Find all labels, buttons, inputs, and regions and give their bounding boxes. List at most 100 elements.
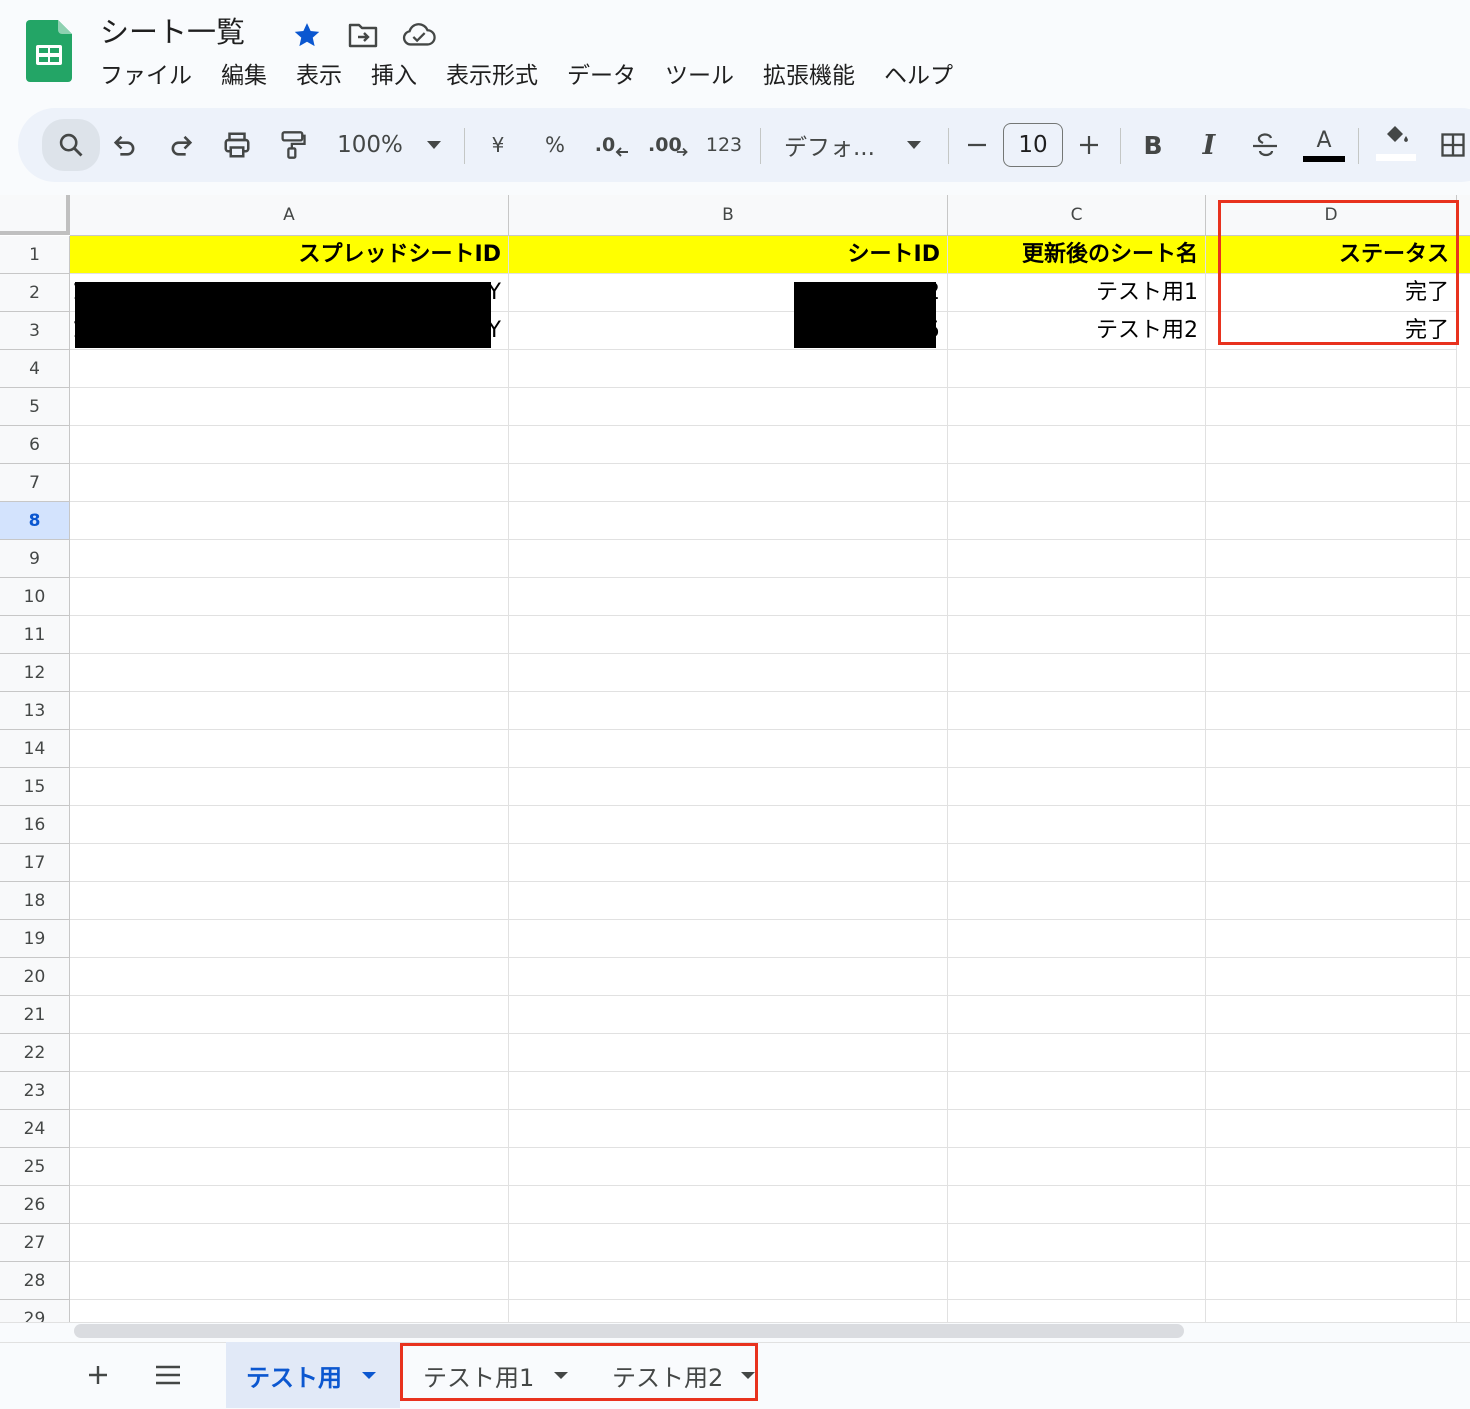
cell-b1[interactable]: シートID xyxy=(509,236,948,274)
empty-cell[interactable] xyxy=(1206,654,1457,692)
empty-cell[interactable] xyxy=(70,730,509,768)
row-header[interactable]: 17 xyxy=(0,844,70,882)
empty-cell[interactable] xyxy=(1457,1110,1470,1148)
italic-icon[interactable]: I xyxy=(1194,108,1224,182)
row-header[interactable]: 4 xyxy=(0,350,70,388)
star-icon[interactable] xyxy=(290,20,324,50)
row-header[interactable]: 10 xyxy=(0,578,70,616)
row-header[interactable]: 3 xyxy=(0,312,70,350)
empty-cell[interactable] xyxy=(948,1110,1206,1148)
empty-cell[interactable] xyxy=(1206,996,1457,1034)
empty-cell[interactable] xyxy=(1457,1072,1470,1110)
menu-format[interactable]: 表示形式 xyxy=(446,58,538,94)
empty-cell[interactable] xyxy=(1206,806,1457,844)
empty-cell[interactable] xyxy=(509,768,948,806)
row-header[interactable]: 14 xyxy=(0,730,70,768)
empty-cell[interactable] xyxy=(509,1300,948,1322)
decrease-decimal-button[interactable]: .0 xyxy=(592,108,632,182)
empty-cell[interactable] xyxy=(1206,1300,1457,1322)
empty-cell[interactable] xyxy=(948,388,1206,426)
empty-cell[interactable] xyxy=(1457,578,1470,616)
empty-cell[interactable] xyxy=(70,844,509,882)
row-header[interactable]: 26 xyxy=(0,1186,70,1224)
row-header[interactable]: 25 xyxy=(0,1148,70,1186)
row-header[interactable]: 21 xyxy=(0,996,70,1034)
empty-cell[interactable] xyxy=(948,882,1206,920)
empty-cell[interactable] xyxy=(509,958,948,996)
empty-cell[interactable] xyxy=(509,1224,948,1262)
empty-cell[interactable] xyxy=(70,578,509,616)
empty-cell[interactable] xyxy=(70,1224,509,1262)
empty-cell[interactable] xyxy=(1206,882,1457,920)
empty-cell[interactable] xyxy=(509,730,948,768)
empty-cell[interactable] xyxy=(948,350,1206,388)
chevron-down-icon[interactable] xyxy=(741,1371,756,1379)
empty-cell[interactable] xyxy=(948,1034,1206,1072)
row-header[interactable]: 28 xyxy=(0,1262,70,1300)
empty-cell[interactable] xyxy=(948,1148,1206,1186)
increase-decimal-button[interactable]: .00 xyxy=(648,108,688,182)
empty-cell[interactable] xyxy=(948,996,1206,1034)
empty-cell[interactable] xyxy=(509,540,948,578)
empty-cell[interactable] xyxy=(1206,1262,1457,1300)
document-title[interactable]: シート一覧 xyxy=(100,12,245,52)
empty-cell[interactable] xyxy=(70,502,509,540)
empty-cell[interactable] xyxy=(1457,1224,1470,1262)
empty-cell[interactable] xyxy=(948,426,1206,464)
sheet-tab-2[interactable]: テスト用2 xyxy=(612,1342,762,1408)
font-family-select[interactable]: デフォ... xyxy=(784,108,884,182)
empty-cell[interactable] xyxy=(1457,1034,1470,1072)
redo-icon[interactable] xyxy=(164,108,198,182)
paint-format-icon[interactable] xyxy=(276,108,310,182)
empty-cell[interactable] xyxy=(1457,1300,1470,1322)
empty-cell[interactable] xyxy=(1457,996,1470,1034)
empty-cell[interactable] xyxy=(509,1110,948,1148)
empty-cell[interactable] xyxy=(1206,350,1457,388)
row-header[interactable]: 12 xyxy=(0,654,70,692)
row-header[interactable]: 15 xyxy=(0,768,70,806)
row-header[interactable]: 18 xyxy=(0,882,70,920)
empty-cell[interactable] xyxy=(948,540,1206,578)
borders-icon[interactable] xyxy=(1436,108,1470,182)
empty-cell[interactable] xyxy=(1457,616,1470,654)
menu-extensions[interactable]: 拡張機能 xyxy=(763,58,855,94)
empty-cell[interactable] xyxy=(948,768,1206,806)
cell-d3[interactable]: 完了 xyxy=(1206,312,1457,350)
empty-cell[interactable] xyxy=(1457,1186,1470,1224)
empty-cell[interactable] xyxy=(1457,806,1470,844)
empty-cell[interactable] xyxy=(1206,426,1457,464)
menu-data[interactable]: データ xyxy=(567,58,636,94)
empty-cell[interactable] xyxy=(509,1148,948,1186)
empty-cell[interactable] xyxy=(948,844,1206,882)
empty-cell[interactable] xyxy=(948,1224,1206,1262)
column-header-b[interactable]: B xyxy=(509,195,948,236)
empty-cell[interactable] xyxy=(70,616,509,654)
increase-font-size-icon[interactable] xyxy=(1074,108,1104,182)
empty-cell[interactable] xyxy=(948,958,1206,996)
column-header-d[interactable]: D xyxy=(1206,195,1457,236)
empty-cell[interactable] xyxy=(1206,730,1457,768)
empty-cell[interactable] xyxy=(948,464,1206,502)
empty-cell[interactable] xyxy=(1206,1110,1457,1148)
empty-cell[interactable] xyxy=(509,844,948,882)
sheet-tab-1[interactable]: テスト用1 xyxy=(423,1342,593,1408)
empty-cell[interactable] xyxy=(509,464,948,502)
empty-cell[interactable] xyxy=(1206,1224,1457,1262)
row-header[interactable]: 7 xyxy=(0,464,70,502)
empty-cell[interactable] xyxy=(70,426,509,464)
empty-cell[interactable] xyxy=(1457,882,1470,920)
cell-c2[interactable]: テスト用1 xyxy=(948,274,1206,312)
currency-format-button[interactable]: ¥ xyxy=(486,108,510,182)
text-color-icon[interactable]: A xyxy=(1302,108,1346,182)
cell-c1[interactable]: 更新後のシート名 xyxy=(948,236,1206,274)
empty-cell[interactable] xyxy=(509,426,948,464)
cell-e1[interactable] xyxy=(1457,236,1470,274)
empty-cell[interactable] xyxy=(948,616,1206,654)
row-header[interactable]: 29 xyxy=(0,1300,70,1322)
empty-cell[interactable] xyxy=(70,692,509,730)
empty-cell[interactable] xyxy=(948,1262,1206,1300)
all-sheets-button[interactable] xyxy=(143,1350,193,1400)
font-size-input[interactable]: 10 xyxy=(1003,123,1063,167)
empty-cell[interactable] xyxy=(509,388,948,426)
empty-cell[interactable] xyxy=(70,350,509,388)
